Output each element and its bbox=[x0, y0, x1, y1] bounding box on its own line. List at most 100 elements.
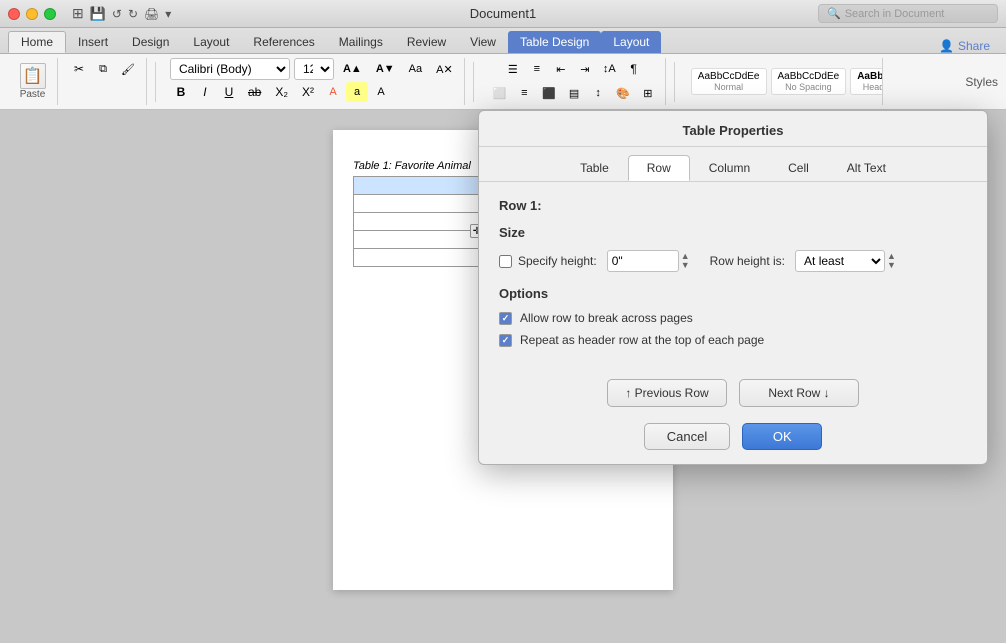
main-area: Table 1: Favorite Animal ✛ bbox=[0, 110, 1006, 643]
style-no-spacing[interactable]: AaBbCcDdEe No Spacing bbox=[771, 68, 847, 95]
close-button[interactable] bbox=[8, 8, 20, 20]
styles-group: AaBbCcDdEe Normal AaBbCcDdEe No Spacing … bbox=[683, 58, 883, 105]
table-cell[interactable] bbox=[354, 249, 484, 267]
size-section-label: Size bbox=[499, 225, 967, 240]
highlight-button[interactable]: a bbox=[346, 82, 368, 102]
superscript-button[interactable]: X² bbox=[296, 82, 320, 102]
share-button[interactable]: 👤 Share bbox=[939, 39, 990, 53]
sort-button[interactable]: ↕A bbox=[598, 58, 621, 80]
copy-button[interactable]: ⧉ bbox=[92, 58, 114, 80]
text-color-button[interactable]: A bbox=[370, 82, 392, 102]
bullets-button[interactable]: ☰ bbox=[502, 58, 524, 80]
allow-row-break-checkbox[interactable]: ✓ bbox=[499, 312, 512, 325]
ribbon-content: 📋 Paste ✂ ⧉ 🖌 Calibri (Body) 12 A▲ A▼ Aa… bbox=[0, 54, 1006, 110]
increase-font-button[interactable]: A▲ bbox=[338, 58, 367, 80]
style-normal[interactable]: AaBbCcDdEe Normal bbox=[691, 68, 767, 95]
underline-button[interactable]: U bbox=[218, 82, 240, 102]
option-row-1: ✓ Allow row to break across pages bbox=[499, 311, 967, 325]
specify-height-checkbox[interactable] bbox=[499, 255, 512, 268]
search-bar[interactable]: 🔍 Search in Document bbox=[818, 4, 998, 23]
font-size-selector[interactable]: 12 bbox=[294, 58, 334, 80]
tab-references[interactable]: References bbox=[241, 31, 326, 53]
style-heading1[interactable]: AaBbCcDd Heading 1 bbox=[850, 68, 883, 95]
borders-button[interactable]: ⊞ bbox=[637, 82, 659, 104]
height-input[interactable] bbox=[607, 250, 679, 272]
redo-icon[interactable]: ↻ bbox=[128, 7, 138, 21]
dialog-tab-cell[interactable]: Cell bbox=[769, 155, 828, 181]
dialog-tab-table[interactable]: Table bbox=[561, 155, 628, 181]
option-row-2: ✓ Repeat as header row at the top of eac… bbox=[499, 333, 967, 347]
cut-button[interactable]: ✂ bbox=[68, 58, 90, 80]
at-least-spinner[interactable]: ▲ ▼ bbox=[887, 252, 896, 270]
clipboard-group: ✂ ⧉ 🖌 bbox=[62, 58, 147, 105]
tab-mailings[interactable]: Mailings bbox=[327, 31, 395, 53]
decrease-font-button[interactable]: A▼ bbox=[371, 58, 400, 80]
font-group: Calibri (Body) 12 A▲ A▼ Aa A✕ B I U ab X… bbox=[164, 58, 465, 105]
styles-pane-button[interactable]: Styles bbox=[965, 75, 998, 89]
font-selector[interactable]: Calibri (Body) bbox=[170, 58, 290, 80]
paste-button[interactable]: 📋 Paste bbox=[16, 61, 50, 102]
tab-design[interactable]: Design bbox=[120, 31, 181, 53]
format-painter-button[interactable]: 🖌 bbox=[116, 58, 140, 80]
tab-home[interactable]: Home bbox=[8, 31, 66, 53]
tab-table-design[interactable]: Table Design bbox=[508, 31, 601, 53]
dialog-tab-row[interactable]: Row bbox=[628, 155, 690, 181]
align-right-button[interactable]: ⬛ bbox=[537, 82, 561, 104]
ribbon-tabs: Home Insert Design Layout References Mai… bbox=[0, 28, 1006, 54]
italic-button[interactable]: I bbox=[194, 82, 216, 102]
table-cell[interactable] bbox=[354, 231, 484, 249]
justify-button[interactable]: ▤ bbox=[563, 82, 585, 104]
ok-button[interactable]: OK bbox=[742, 423, 822, 450]
height-spinner[interactable]: ▲ ▼ bbox=[681, 252, 690, 270]
sidebar-toggle-icon[interactable]: ⊞ bbox=[72, 5, 84, 22]
dialog-tab-alt-text[interactable]: Alt Text bbox=[828, 155, 905, 181]
repeat-header-checkbox[interactable]: ✓ bbox=[499, 334, 512, 347]
options-section-label: Options bbox=[499, 286, 967, 301]
checkmark-icon: ✓ bbox=[502, 313, 510, 324]
tab-table-layout[interactable]: Layout bbox=[601, 31, 661, 53]
option1-label: Allow row to break across pages bbox=[520, 311, 693, 325]
table-cell[interactable] bbox=[354, 195, 484, 213]
bold-button[interactable]: B bbox=[170, 82, 192, 102]
previous-row-button[interactable]: ↑ Previous Row bbox=[607, 379, 727, 407]
tab-layout[interactable]: Layout bbox=[181, 31, 241, 53]
title-bar: ⊞ 💾 ↺ ↻ 🖨 ▾ Document1 🔍 Search in Docume… bbox=[0, 0, 1006, 28]
styles-preview: AaBbCcDdEe Normal AaBbCcDdEe No Spacing … bbox=[689, 58, 883, 105]
row-height-select[interactable]: At least bbox=[795, 250, 885, 272]
title-bar-right: 🔍 Search in Document bbox=[818, 4, 998, 23]
decrease-indent-button[interactable]: ⇤ bbox=[550, 58, 572, 80]
undo-icon[interactable]: ↺ bbox=[112, 7, 122, 21]
shading-button[interactable]: 🎨 bbox=[611, 82, 635, 104]
search-placeholder: Search in Document bbox=[845, 8, 945, 20]
change-case-button[interactable]: Aa bbox=[404, 58, 427, 80]
subscript-button[interactable]: X₂ bbox=[269, 82, 294, 102]
minimize-button[interactable] bbox=[26, 8, 38, 20]
increase-indent-button[interactable]: ⇥ bbox=[574, 58, 596, 80]
tab-review[interactable]: Review bbox=[395, 31, 458, 53]
print-icon[interactable]: 🖨 bbox=[144, 7, 159, 21]
dialog-tab-column[interactable]: Column bbox=[690, 155, 769, 181]
tab-insert[interactable]: Insert bbox=[66, 31, 120, 53]
maximize-button[interactable] bbox=[44, 8, 56, 20]
save-icon[interactable]: 💾 bbox=[90, 6, 106, 22]
table-cell[interactable] bbox=[354, 213, 484, 231]
more-icon[interactable]: ▾ bbox=[165, 7, 171, 21]
strikethrough-button[interactable]: ab bbox=[242, 82, 267, 102]
window-title: Document1 bbox=[470, 6, 536, 21]
align-center-button[interactable]: ≡ bbox=[513, 82, 535, 104]
numbering-button[interactable]: ≡ bbox=[526, 58, 548, 80]
align-left-button[interactable]: ⬜ bbox=[488, 82, 512, 104]
font-color-button[interactable]: A bbox=[322, 82, 344, 102]
specify-height-label: Specify height: bbox=[518, 254, 597, 268]
paragraph-group: ☰ ≡ ⇤ ⇥ ↕A ¶ ⬜ ≡ ⬛ ▤ ↕ 🎨 ⊞ bbox=[482, 58, 666, 105]
next-row-button[interactable]: Next Row ↓ bbox=[739, 379, 859, 407]
cancel-button[interactable]: Cancel bbox=[644, 423, 730, 450]
paste-group: 📋 Paste bbox=[8, 58, 58, 105]
table-cell[interactable] bbox=[354, 177, 484, 195]
show-paragraph-button[interactable]: ¶ bbox=[623, 58, 645, 80]
clear-format-button[interactable]: A✕ bbox=[431, 58, 458, 80]
line-spacing-button[interactable]: ↕ bbox=[587, 82, 609, 104]
size-row: Specify height: ▲ ▼ Row height is: At le… bbox=[499, 250, 967, 272]
checkmark-icon-2: ✓ bbox=[502, 335, 510, 346]
tab-view[interactable]: View bbox=[458, 31, 508, 53]
